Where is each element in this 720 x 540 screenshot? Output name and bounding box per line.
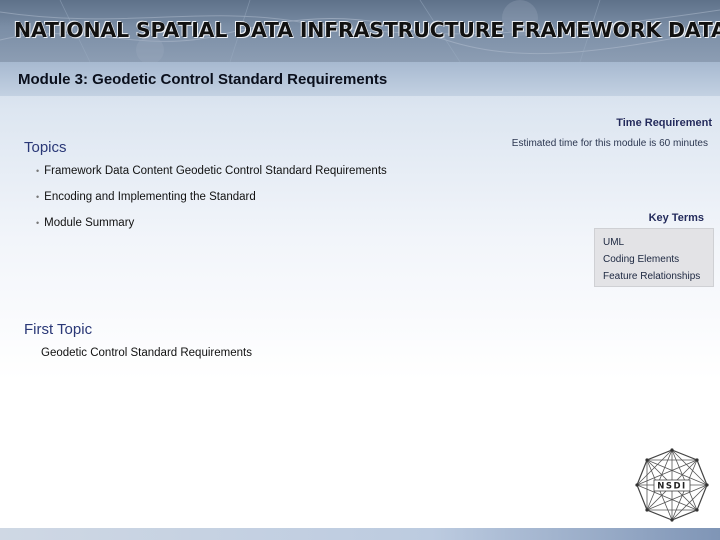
topic-item: Framework Data Content Geodetic Control … [36,165,387,191]
key-term: UML [603,237,625,248]
module-title: Module 3: Geodetic Control Standard Requ… [18,71,388,88]
time-requirement-heading: Time Requirement [616,117,712,129]
first-topic-text: Geodetic Control Standard Requirements [41,347,252,359]
key-term: Feature Relationships [603,271,701,282]
key-terms-box: UML Coding Elements Feature Relationship… [594,228,714,287]
footer-bar [0,528,720,540]
first-topic-heading: First Topic [24,321,93,338]
time-requirement-text: Estimated time for this module is 60 min… [511,138,708,149]
logo-text: NSDI [657,482,686,492]
nsdi-network-logo-icon: NSDI [635,448,709,522]
topic-item: Encoding and Implementing the Standard [36,191,387,217]
header-banner: NATIONAL SPATIAL DATA INFRASTRUCTURE FRA… [0,0,720,62]
key-terms-heading: Key Terms [648,212,704,224]
topic-list: Framework Data Content Geodetic Control … [36,165,387,243]
topics-heading: Topics [24,139,67,156]
key-term: Coding Elements [603,254,680,265]
banner-title: NATIONAL SPATIAL DATA INFRASTRUCTURE FRA… [14,18,720,42]
topic-item: Module Summary [36,217,387,243]
